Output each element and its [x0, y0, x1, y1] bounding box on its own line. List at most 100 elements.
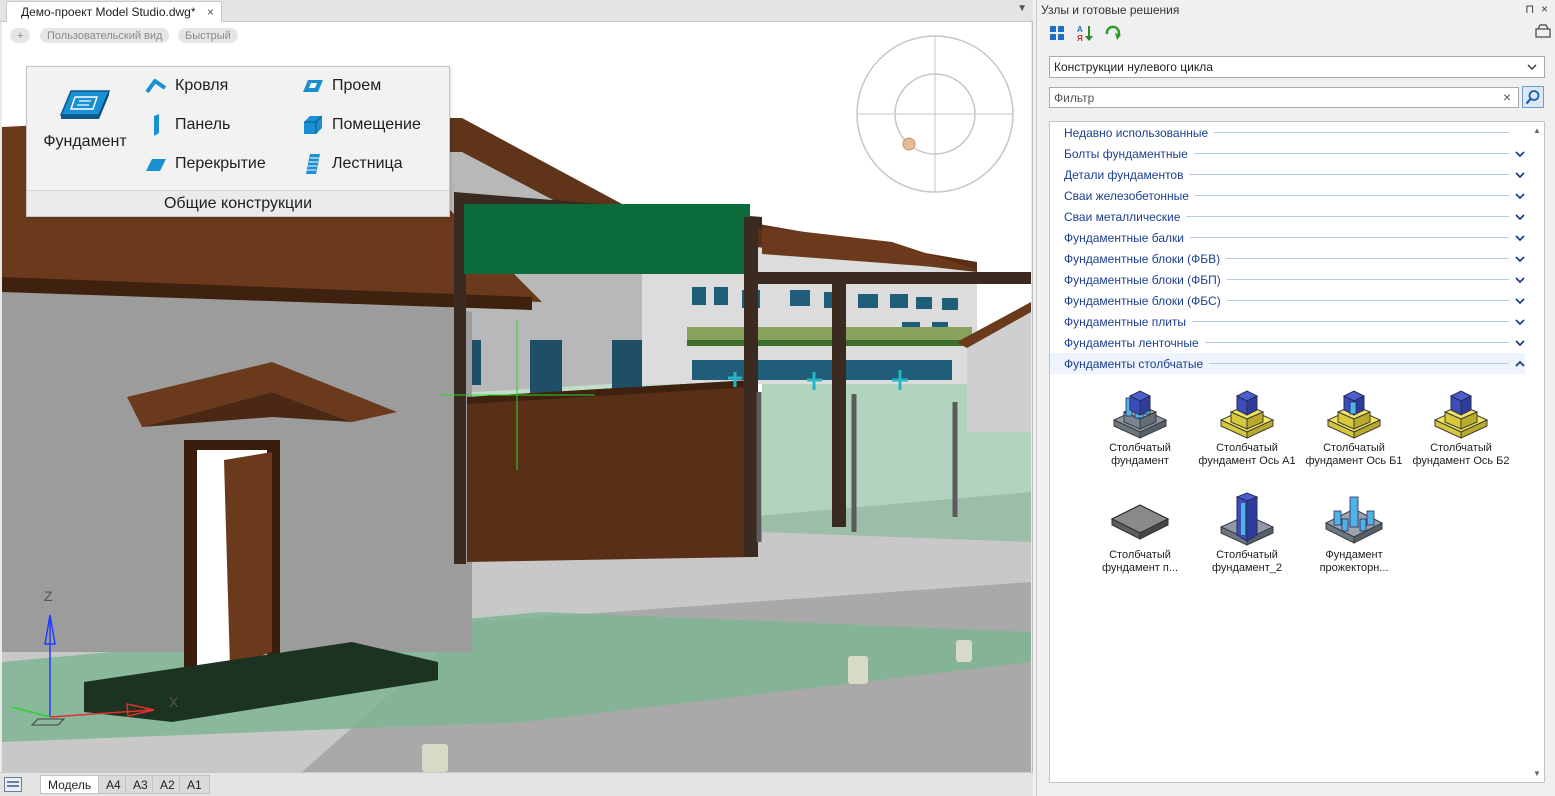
view-custom-button[interactable]: Пользовательский вид — [40, 28, 170, 43]
category-divider — [1186, 216, 1509, 217]
panel-close-icon[interactable]: × — [1541, 2, 1548, 16]
grid-icon — [1050, 26, 1064, 40]
view-fast-button[interactable]: Быстрый — [178, 28, 238, 43]
node-tile[interactable]: Столбчатый фундамент Ось А1 — [1195, 382, 1299, 484]
node-tile[interactable]: Столбчатый фундамент Ось Б2 — [1409, 382, 1513, 484]
foundation-button[interactable]: Фундамент — [33, 87, 137, 167]
category-divider — [1189, 237, 1509, 238]
node-tile-label: Столбчатый фундамент_2 — [1195, 549, 1299, 575]
column-foundation-a1-icon — [1219, 390, 1275, 439]
node-tile[interactable]: Столбчатый фундамент Ось Б1 — [1302, 382, 1406, 484]
category-row[interactable]: Детали фундаментов — [1050, 164, 1525, 185]
search-icon — [1525, 90, 1540, 105]
layouts-list-icon[interactable] — [4, 777, 22, 792]
category-label: Фундаментные блоки (ФБВ) — [1064, 251, 1221, 266]
vertical-scrollbar[interactable]: ▲ ▼ — [1530, 122, 1544, 782]
refresh-button[interactable] — [1103, 23, 1123, 43]
stair-icon — [306, 154, 320, 174]
room-button[interactable]: Помещение — [302, 114, 421, 136]
slab-foundation-icon — [1110, 504, 1170, 540]
category-row[interactable]: Фундаменты столбчатые — [1050, 353, 1525, 374]
category-row[interactable]: Сваи металлические — [1050, 206, 1525, 227]
node-tile-label-line1: Столбчатый — [1216, 442, 1278, 454]
chevron-down-icon[interactable] — [1515, 234, 1525, 242]
sort-button[interactable]: A Я — [1075, 23, 1095, 43]
document-tab[interactable]: Демо-проект Model Studio.dwg* × — [6, 1, 222, 22]
category-label: Фундаментные блоки (ФБС) — [1064, 293, 1221, 308]
view-plus-button[interactable]: + — [10, 28, 31, 43]
chevron-down-icon[interactable] — [1515, 171, 1525, 179]
panel-button[interactable]: Панель — [145, 114, 230, 136]
stair-button[interactable]: Лестница — [302, 153, 403, 175]
chevron-down-icon[interactable] — [1515, 297, 1525, 305]
category-row[interactable]: Фундаментные плиты — [1050, 311, 1525, 332]
foundation-icon — [59, 90, 111, 119]
category-row[interactable]: Фундаментные блоки (ФБС) — [1050, 290, 1525, 311]
node-tile[interactable]: Фундамент прожекторн... — [1302, 489, 1406, 591]
close-icon[interactable]: × — [207, 5, 214, 19]
category-label: Сваи железобетонные — [1064, 188, 1189, 203]
category-row[interactable]: Болты фундаментные — [1050, 143, 1525, 164]
category-row[interactable]: Фундаментные блоки (ФБВ) — [1050, 248, 1525, 269]
pin-icon[interactable]: ⊓ — [1525, 2, 1534, 16]
category-row[interactable]: Фундаментные балки — [1050, 227, 1525, 248]
view-tiles-button[interactable] — [1047, 23, 1067, 43]
scroll-down-icon[interactable]: ▼ — [1533, 769, 1541, 778]
node-tile-label: Столбчатый фундамент Ось Б1 — [1302, 442, 1406, 468]
node-tile-label-line1: Фундамент — [1325, 549, 1383, 561]
node-tile-label: Столбчатый фундамент — [1088, 442, 1192, 468]
layout-tabs-bar: Модель A4 A3 A2 A1 — [0, 772, 1033, 796]
category-divider — [1189, 174, 1509, 175]
category-row[interactable]: Фундаментные блоки (ФБП) — [1050, 269, 1525, 290]
chevron-down-icon[interactable] — [1515, 255, 1525, 263]
tab-menu-icon[interactable]: ▼ — [1017, 3, 1027, 14]
node-tile-label-line1: Столбчатый — [1216, 549, 1278, 561]
filter-input[interactable] — [1049, 87, 1519, 108]
roof-label: Кровля — [175, 77, 229, 94]
opening-label: Проем — [332, 77, 382, 94]
node-tile-label-line1: Столбчатый — [1323, 442, 1385, 454]
category-divider — [1226, 279, 1509, 280]
category-divider — [1226, 300, 1509, 301]
opening-button[interactable]: Проем — [302, 75, 381, 97]
node-tile-label-line2: фундамент_2 — [1211, 562, 1283, 574]
category-row[interactable]: Сваи железобетонные — [1050, 185, 1525, 206]
node-tile-label-line2: фундамент Ось А1 — [1198, 455, 1296, 467]
category-row[interactable]: Фундаменты ленточные — [1050, 332, 1525, 353]
search-button[interactable] — [1522, 86, 1544, 108]
node-tile[interactable]: Столбчатый фундамент — [1088, 382, 1192, 484]
node-tile-label-line2: прожекторн... — [1319, 562, 1389, 574]
category-label: Детали фундаментов — [1064, 167, 1184, 182]
nodes-tree: Недавно использованные Болты фундаментные… — [1049, 121, 1545, 783]
svg-text:Я: Я — [1077, 34, 1083, 42]
chevron-down-icon[interactable] — [1515, 192, 1525, 200]
chevron-down-icon[interactable] — [1515, 213, 1525, 221]
category-group-select[interactable]: Конструкции нулевого цикла — [1049, 56, 1545, 78]
chevron-down-icon[interactable] — [1515, 339, 1525, 347]
axis-label-x: X — [169, 694, 179, 710]
room-icon — [304, 115, 323, 134]
roof-button[interactable]: Кровля — [145, 75, 228, 97]
column-foundation-b1-icon — [1326, 390, 1382, 439]
scroll-up-icon[interactable]: ▲ — [1533, 126, 1541, 135]
clear-filter-icon[interactable]: × — [1503, 89, 1511, 105]
node-tile-label: Фундамент прожекторн... — [1302, 549, 1406, 575]
column-foundation-b2-icon — [1433, 390, 1489, 439]
node-tile[interactable]: Столбчатый фундамент_2 — [1195, 489, 1299, 591]
layout-tab-a1[interactable]: A1 — [179, 775, 210, 794]
chevron-up-icon[interactable] — [1515, 360, 1525, 368]
chevron-down-icon[interactable] — [1515, 276, 1525, 284]
panel-label: Панель — [175, 116, 231, 133]
library-icon[interactable] — [1535, 24, 1551, 38]
document-tab-bar: Демо-проект Model Studio.dwg* × ▼ — [0, 0, 1033, 22]
chevron-down-icon[interactable] — [1515, 318, 1525, 326]
category-row[interactable]: Недавно использованные — [1050, 122, 1525, 143]
node-tile-label-line2: фундамент — [1111, 455, 1169, 467]
layout-tab-model[interactable]: Модель — [40, 775, 100, 794]
slab-button[interactable]: Перекрытие — [145, 153, 266, 175]
chevron-down-icon[interactable] — [1515, 150, 1525, 158]
category-label: Болты фундаментные — [1064, 146, 1188, 161]
room-label: Помещение — [332, 116, 421, 133]
node-tile[interactable]: Столбчатый фундамент п... — [1088, 489, 1192, 591]
refresh-icon — [1105, 25, 1121, 40]
